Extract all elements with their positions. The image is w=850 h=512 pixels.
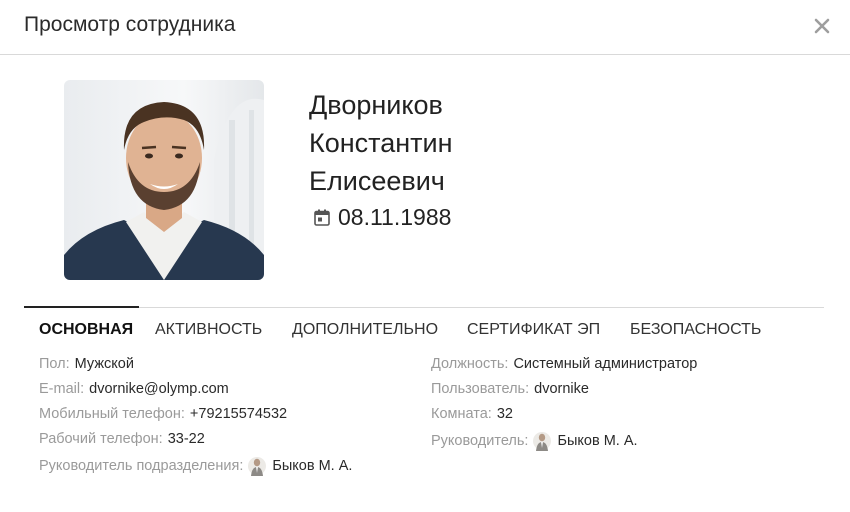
employee-photo <box>64 80 264 280</box>
field-label: Пользователь: <box>431 381 530 397</box>
field-room: Комната: 32 <box>431 406 513 422</box>
field-label: Руководитель подразделения: <box>39 458 244 474</box>
tabs-divider <box>24 307 824 308</box>
field-work-phone: Рабочий телефон: 33-22 <box>39 431 205 447</box>
tab-activity[interactable]: АКТИВНОСТЬ <box>155 321 262 339</box>
dialog-header: Просмотр сотрудника <box>0 0 850 55</box>
field-mobile-phone: Мобильный телефон: +79215574532 <box>39 406 287 422</box>
tab-certificate[interactable]: СЕРТИФИКАТ ЭП <box>467 321 600 339</box>
active-tab-indicator <box>24 306 139 308</box>
manager-avatar-icon <box>533 432 552 451</box>
employee-patronymic: Елисеевич <box>309 166 445 196</box>
field-username: Пользователь: dvornike <box>431 381 589 397</box>
field-label: Мобильный телефон: <box>39 406 185 422</box>
field-label: Должность: <box>431 356 509 372</box>
calendar-icon <box>314 209 330 226</box>
field-value: 32 <box>496 406 513 422</box>
field-value: Системный администратор <box>513 356 698 372</box>
field-gender: Пол: Мужской <box>39 356 134 372</box>
tab-main[interactable]: ОСНОВНАЯ <box>39 321 133 339</box>
field-value[interactable]: Быков М. А. <box>272 458 352 474</box>
close-icon[interactable] <box>811 14 833 38</box>
field-manager: Руководитель: Быков М. А. <box>431 430 638 452</box>
field-value: dvornike <box>534 381 589 397</box>
employee-name: Дворников Константин Елисеевич <box>309 86 453 200</box>
field-position: Должность: Системный администратор <box>431 356 697 372</box>
employee-first-name: Константин <box>309 128 453 158</box>
field-label: E-mail: <box>39 381 85 397</box>
field-email: E-mail: dvornike@olymp.com <box>39 381 229 397</box>
field-label: Рабочий телефон: <box>39 431 163 447</box>
field-label: Руководитель: <box>431 433 529 449</box>
field-department-head: Руководитель подразделения: Быков М. А. <box>39 455 352 477</box>
tab-security[interactable]: БЕЗОПАСНОСТЬ <box>630 321 761 339</box>
field-value[interactable]: dvornike@olymp.com <box>89 381 229 397</box>
field-value: Мужской <box>74 356 134 372</box>
manager-avatar-icon <box>248 457 267 476</box>
field-label: Пол: <box>39 356 70 372</box>
birth-date: 08.11.1988 <box>314 204 451 231</box>
dialog-title: Просмотр сотрудника <box>24 13 236 36</box>
field-value: 33-22 <box>167 431 205 447</box>
tab-additional[interactable]: ДОПОЛНИТЕЛЬНО <box>292 321 438 339</box>
field-value: +79215574532 <box>189 406 288 422</box>
employee-last-name: Дворников <box>309 90 443 120</box>
field-value[interactable]: Быков М. А. <box>557 433 637 449</box>
field-label: Комната: <box>431 406 492 422</box>
birth-date-value: 08.11.1988 <box>338 204 452 230</box>
